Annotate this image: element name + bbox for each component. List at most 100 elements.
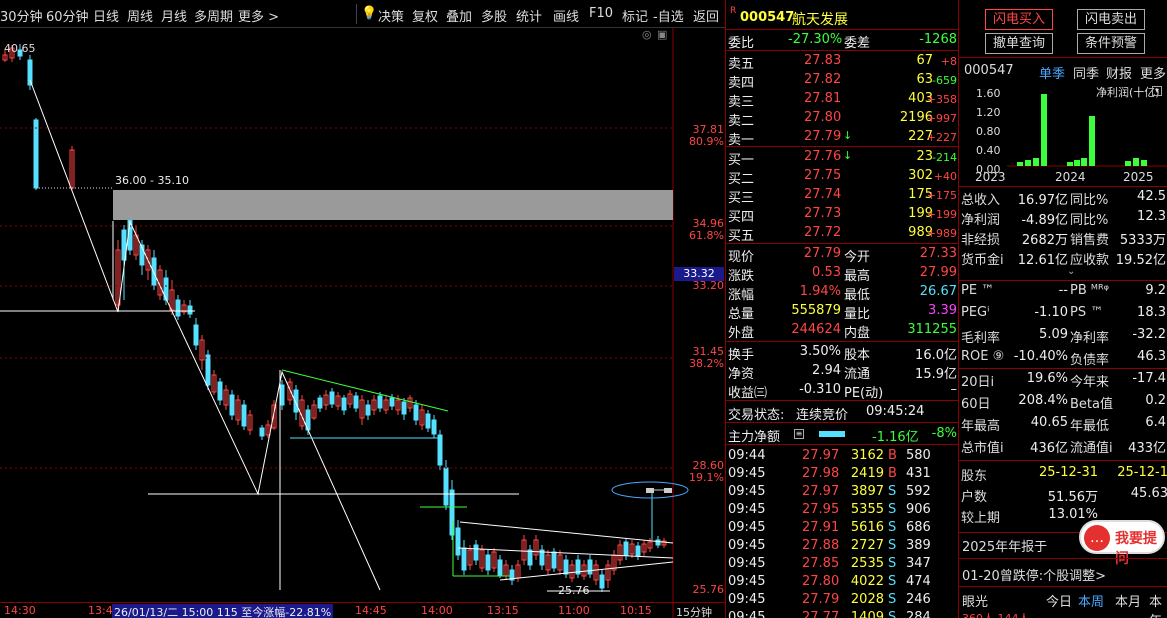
more-periods-tab[interactable]: 更多 > (238, 6, 279, 25)
tick-side: S (888, 520, 897, 535)
candle-body (187, 305, 193, 315)
stats-button[interactable]: 统计 (516, 6, 542, 25)
mark-button[interactable]: 标记 (622, 6, 648, 25)
candle-body (473, 544, 479, 561)
stat-label: 净资 (728, 367, 755, 382)
period-monthly-tab[interactable]: 月线 (161, 6, 187, 25)
tab-this-month[interactable]: 本月 (1115, 591, 1141, 610)
tick-row: 09:44 27.97 3162 B 580 (726, 447, 959, 466)
metric-label: ROE ⑨ (961, 349, 1005, 364)
period-label[interactable]: 15分钟 (676, 604, 712, 618)
holder-value: 25-12-31 (1038, 465, 1098, 480)
tab-report[interactable]: 财报 (1106, 63, 1132, 82)
metric-label: 非经损 (961, 233, 1001, 248)
settings-icon[interactable]: ◎ (642, 28, 652, 41)
tab-this-week[interactable]: 本周 (1078, 591, 1104, 610)
tick-price: 27.85 (802, 556, 840, 571)
profit-bar (1067, 162, 1073, 166)
watchlist-button[interactable]: -自选 (653, 6, 684, 25)
ask-row[interactable]: 卖一 27.79 227 +227 ↓ (726, 128, 959, 148)
tick-count: 474 (906, 574, 931, 589)
chart-canvas (0, 28, 689, 618)
limit-down-note[interactable]: 01-20曾跌停:个股调整> (962, 565, 1106, 584)
multi-period-tab[interactable]: 多周期 (194, 6, 233, 25)
period-weekly-tab[interactable]: 周线 (127, 6, 153, 25)
bid-row[interactable]: 买三 27.74 175 +175 (726, 186, 959, 206)
bid-label: 买四 (728, 210, 755, 225)
metric-value: 19.6% (1026, 371, 1068, 386)
bid-label: 买二 (728, 172, 755, 187)
holder-value: 45.63 (1130, 486, 1167, 501)
metric-value: 6.4 (1145, 415, 1166, 430)
ask-question-badge[interactable]: … 我要提问 (1079, 520, 1165, 567)
time-label: 13:15 (487, 604, 519, 617)
candle-body (413, 404, 419, 421)
ask-row[interactable]: 卖三 27.81 403 +358 (726, 90, 959, 110)
expand-icon[interactable]: ⌄ (1067, 266, 1075, 277)
tick-count: 347 (906, 556, 931, 571)
ask-row[interactable]: 卖四 27.82 63 -659 (726, 71, 959, 91)
metric-value: 5333万 (1119, 233, 1166, 248)
tick-time: 09:45 (728, 610, 766, 618)
bid-volume: 989 (908, 225, 933, 240)
candlestick-chart[interactable]: 40.65 36.00 - 35.10 25.76 ◎ ▣ 37.81 80.9%… (0, 28, 725, 618)
order-ratio-row: 委比 -27.30% 委差 -1268 (726, 31, 959, 51)
tick-count: 246 (906, 592, 931, 607)
stat-row: 涨幅 1.94% 最低 26.67 (726, 283, 959, 303)
tab-this-year[interactable]: 本年 (1149, 591, 1167, 618)
stat-label: 涨幅 (728, 288, 755, 303)
profit-bar (1133, 158, 1139, 166)
candle-body (635, 545, 641, 557)
y-tick: 0.40 (976, 144, 1001, 157)
condition-alert-button[interactable]: 条件预警 (1077, 33, 1145, 54)
adjust-button[interactable]: 复权 (412, 6, 438, 25)
high-price-label: 40.65 (4, 42, 36, 55)
tab-today[interactable]: 今日 (1046, 591, 1072, 610)
report-notice[interactable]: 2025年年报于 (962, 536, 1047, 555)
tick-count: 580 (906, 448, 931, 463)
tab-more[interactable]: 更多 (1140, 63, 1166, 82)
metric-row: 净利润 -4.89亿 同比% 12.3 (959, 208, 1167, 228)
bid-row[interactable]: 买二 27.75 302 +40 (726, 167, 959, 187)
ask-change: +358 (926, 93, 957, 106)
bid-label: 买三 (728, 191, 755, 206)
flash-buy-button[interactable]: 闪电买入 (985, 9, 1053, 30)
tab-quarter[interactable]: 单季 (1039, 63, 1065, 82)
tick-side: B (888, 466, 897, 481)
decision-button[interactable]: 决策 (378, 6, 404, 25)
bid-volume: 302 (908, 168, 933, 183)
bid-row[interactable]: 买一 27.76 23 -214 ↓ (726, 148, 959, 168)
period-daily-tab[interactable]: 日线 (93, 6, 119, 25)
overlay-button[interactable]: 叠加 (446, 6, 472, 25)
back-button[interactable]: 返回 (693, 6, 719, 25)
zone-label: 36.00 - 35.10 (115, 174, 189, 187)
window-icon[interactable]: ▣ (657, 28, 667, 41)
cancel-order-button[interactable]: 撤单查询 (985, 33, 1053, 54)
f10-button[interactable]: F10 (589, 6, 613, 21)
candle-body (401, 401, 407, 415)
bid-row[interactable]: 买五 27.72 989 +989 (726, 224, 959, 244)
flow-detail-icon[interactable]: ≡ (794, 429, 804, 439)
ask-row[interactable]: 卖五 27.83 67 +8 (726, 52, 959, 72)
low-price-label: 25.76 (558, 584, 590, 597)
period-60min-tab[interactable]: 60分钟 (46, 6, 89, 25)
tick-row: 09:45 27.80 4022 S 474 (726, 573, 959, 592)
metric-label: 负债率 (1070, 353, 1110, 368)
bid-volume: 23 (916, 149, 933, 164)
candle-body (587, 559, 593, 575)
stat-label: 流通 (844, 367, 871, 382)
main-flow-value: -1.16亿 (872, 430, 919, 445)
multi-stock-button[interactable]: 多股 (481, 6, 507, 25)
bid-change: -214 (932, 151, 957, 164)
flash-sell-button[interactable]: 闪电卖出 (1077, 9, 1145, 30)
bid-change: +175 (926, 189, 957, 202)
candle-body (623, 541, 629, 556)
holder-label: 较上期 (961, 511, 1001, 526)
period-30min-tab[interactable]: 30分钟 (0, 6, 43, 25)
bid-row[interactable]: 买四 27.73 199 +199 (726, 205, 959, 225)
draw-line-button[interactable]: 画线 (553, 6, 579, 25)
metric-row: 非经损 2682万 销售费 5333万 (959, 228, 1167, 248)
tab-same-quarter[interactable]: 同季 (1073, 63, 1099, 82)
stat-row: 总量 555879 量比 3.39 (726, 302, 959, 322)
ask-row[interactable]: 卖二 27.80 2196 +997 (726, 109, 959, 129)
